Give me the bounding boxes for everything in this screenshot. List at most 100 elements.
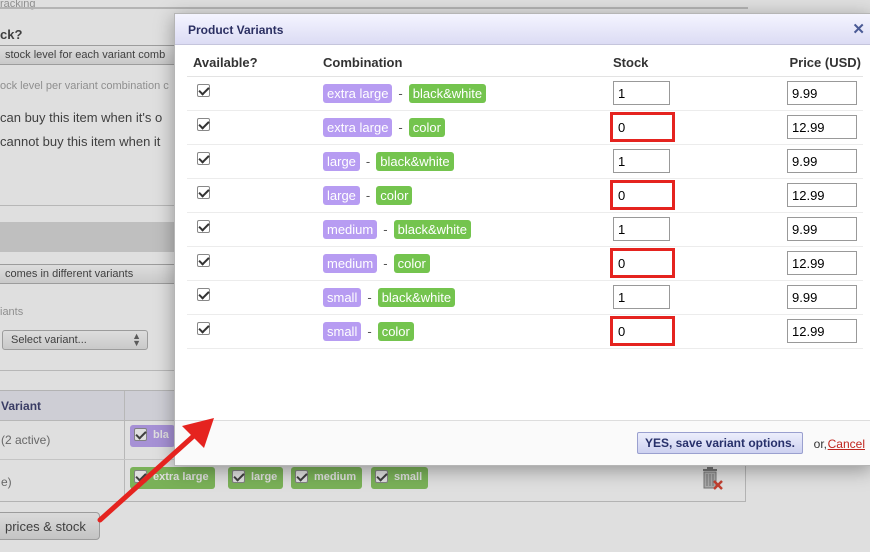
price-input[interactable] [787, 115, 857, 139]
available-checkbox[interactable] [197, 186, 210, 203]
price-input[interactable] [787, 319, 857, 343]
variant-column-header: Variant [1, 399, 42, 413]
checkbox-icon [197, 322, 210, 335]
product-variants-modal: Product Variants ✕ Available? Combinatio… [174, 13, 870, 466]
size-chip-small[interactable]: small [371, 467, 429, 489]
stock-input[interactable] [613, 115, 672, 139]
row2-label: e) [1, 475, 12, 489]
stock-input[interactable] [613, 217, 670, 241]
available-column-header: Available? [187, 50, 317, 77]
cannot-buy-text: cannot buy this item when it [0, 134, 161, 149]
checkbox-icon [295, 470, 308, 483]
price-input[interactable] [787, 81, 857, 105]
variants-mode-select[interactable]: comes in different variants [0, 264, 180, 284]
stock-highlight [613, 285, 670, 309]
combo-separator: - [367, 323, 372, 339]
color-tag: color [408, 117, 445, 137]
available-cell [187, 110, 317, 145]
stock-column-header: Stock [607, 50, 767, 77]
price-input[interactable] [787, 285, 857, 309]
can-buy-text: can buy this item when it's o [0, 110, 163, 125]
available-checkbox[interactable] [197, 288, 210, 305]
color-tag: black&white [408, 83, 487, 103]
combination-cell: small - color [317, 314, 607, 349]
price-cell [767, 110, 863, 145]
divider [0, 7, 748, 9]
stock-level-select-value: stock level for each variant comb [5, 49, 166, 61]
or-text: or, [813, 437, 827, 451]
size-chip-extra-large[interactable]: extra large [130, 467, 215, 489]
size-tag: small [323, 321, 362, 341]
size-tag: small [323, 287, 362, 307]
stock-input[interactable] [613, 81, 670, 105]
available-checkbox[interactable] [197, 118, 210, 135]
combo-separator: - [383, 221, 388, 237]
variant-row: extra large - color [187, 110, 863, 145]
cancel-link[interactable]: Cancel [828, 437, 865, 451]
color-tag: black&white [376, 151, 454, 171]
save-variant-options-button[interactable]: YES, save variant options. [636, 432, 803, 454]
size-tag: large [323, 185, 360, 205]
price-input[interactable] [787, 217, 857, 241]
checkbox-icon [134, 470, 147, 483]
stock-level-select[interactable]: stock level for each variant comb [0, 45, 180, 65]
size-chip-label: medium [314, 471, 357, 483]
available-checkbox[interactable] [197, 254, 210, 271]
stock-cell [607, 110, 767, 145]
available-cell [187, 280, 317, 315]
checkbox-icon [197, 84, 210, 97]
size-chip-label: small [394, 471, 423, 483]
price-input[interactable] [787, 251, 857, 275]
close-icon[interactable]: ✕ [852, 20, 865, 38]
stock-cell [607, 76, 767, 111]
stock-input[interactable] [613, 149, 670, 173]
stock-highlight [610, 112, 675, 142]
stock-input[interactable] [613, 285, 670, 309]
stock-highlight [610, 180, 675, 210]
combo-separator: - [367, 289, 372, 305]
size-chip-large[interactable]: large [228, 467, 284, 489]
variant-chip[interactable]: bla [130, 425, 175, 447]
color-tag: black&white [377, 287, 456, 307]
price-column-header: Price (USD) [767, 50, 863, 77]
available-checkbox[interactable] [197, 84, 210, 101]
stock-input[interactable] [613, 183, 672, 207]
price-cell [767, 144, 863, 179]
available-cell [187, 246, 317, 281]
trash-icon[interactable] [701, 467, 723, 491]
combination-cell: small - black&white [317, 280, 607, 315]
prices-and-stock-button[interactable]: prices & stock [0, 512, 100, 540]
combination-cell: medium - black&white [317, 212, 607, 247]
color-tag: black&white [393, 219, 471, 239]
available-cell [187, 76, 317, 111]
stock-highlight [613, 149, 670, 173]
select-variant-dropdown[interactable]: Select variant... ▲ ▼ [2, 330, 148, 350]
stock-cell [607, 212, 767, 247]
updown-arrows-icon: ▲ ▼ [132, 331, 141, 348]
available-checkbox[interactable] [197, 220, 210, 237]
color-tag: color [376, 185, 413, 205]
section-band [0, 222, 178, 252]
checkbox-icon [197, 220, 210, 233]
combo-separator: - [365, 153, 371, 169]
combo-separator: - [383, 255, 388, 271]
color-tag: color [393, 253, 430, 273]
size-chip-medium[interactable]: medium [291, 467, 363, 489]
variant-row: medium - color [187, 246, 863, 281]
combo-separator: - [398, 85, 403, 101]
variants-grid-header: Available? Combination Stock Price (USD) [187, 50, 863, 77]
stock-cell [607, 178, 767, 213]
available-checkbox[interactable] [197, 322, 210, 339]
price-input[interactable] [787, 183, 857, 207]
stock-cell [607, 144, 767, 179]
price-input[interactable] [787, 149, 857, 173]
combination-cell: extra large - color [317, 110, 607, 145]
variants-label: iants [0, 306, 24, 318]
stock-input[interactable] [613, 319, 672, 343]
size-tag: large [323, 151, 360, 171]
checkbox-icon [375, 470, 388, 483]
size-chip-label: extra large [153, 471, 209, 483]
stock-input[interactable] [613, 251, 672, 275]
available-checkbox[interactable] [197, 152, 210, 169]
variants-grid: Available? Combination Stock Price (USD)… [187, 50, 863, 349]
